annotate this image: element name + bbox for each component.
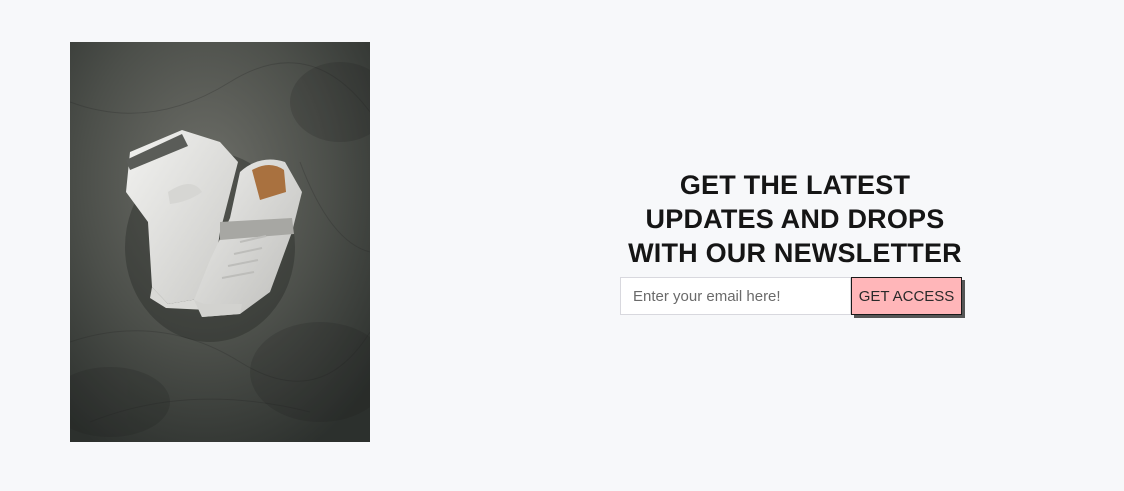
headline-line-3: WITH OUR NEWSLETTER	[628, 238, 962, 268]
get-access-button[interactable]: GET ACCESS	[851, 277, 962, 315]
sneakers-photo	[70, 42, 370, 442]
newsletter-section: GET THE LATEST UPDATES AND DROPS WITH OU…	[0, 0, 1124, 491]
newsletter-box: GET THE LATEST UPDATES AND DROPS WITH OU…	[600, 168, 990, 315]
headline-line-1: GET THE LATEST	[679, 170, 911, 200]
sneakers-illustration	[70, 42, 370, 442]
newsletter-headline: GET THE LATEST UPDATES AND DROPS WITH OU…	[600, 168, 990, 270]
email-input[interactable]	[620, 277, 851, 315]
headline-line-2: UPDATES AND DROPS	[645, 204, 945, 234]
newsletter-form: GET ACCESS	[620, 277, 962, 315]
